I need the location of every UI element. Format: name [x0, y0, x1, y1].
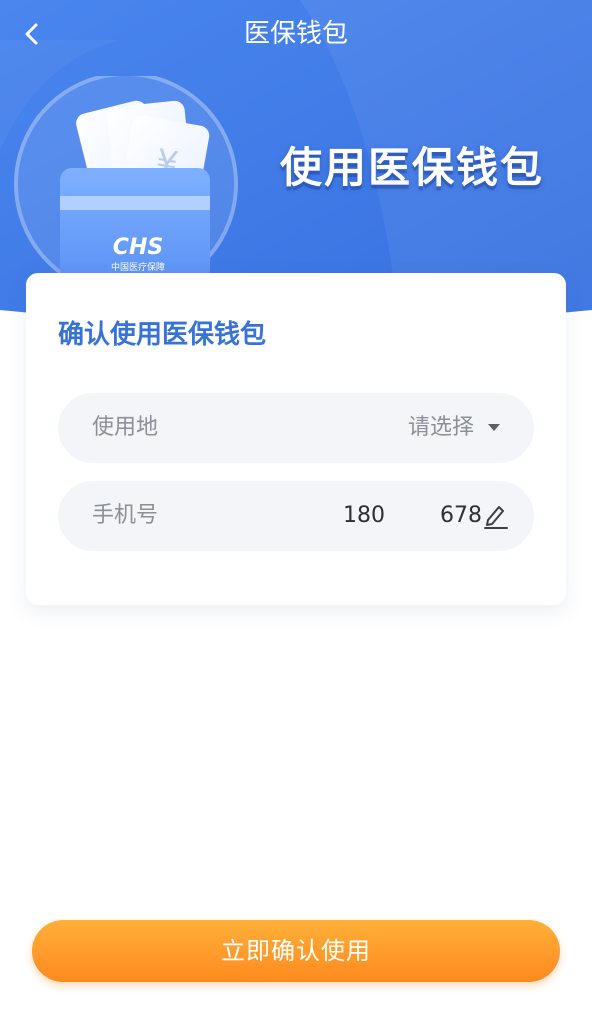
location-value: 请选择 — [407, 415, 474, 440]
phone-value: 180 — [343, 503, 385, 528]
card-title: 确认使用医保钱包 — [58, 320, 267, 350]
confirm-card: 确认使用医保钱包 使用地 请选择 手机号 180 678 — [26, 273, 566, 605]
confirm-use-button[interactable]: 立即确认使用 — [32, 920, 560, 982]
location-select[interactable]: 使用地 请选择 — [58, 393, 534, 463]
chs-logo-text: CHS — [113, 235, 163, 260]
phone-field[interactable]: 手机号 180 678 — [58, 481, 534, 551]
nav-bar: 医保钱包 — [0, 0, 592, 68]
edit-pencil-svg — [484, 506, 508, 529]
wallet-illustration: ¥ CHS 中国医疗保障 — [14, 72, 254, 296]
hero-title: 使用医保钱包 — [280, 143, 545, 192]
edit-icon[interactable] — [482, 502, 510, 530]
caret-down-icon — [488, 424, 500, 431]
chs-logo-subtext: 中国医疗保障 — [111, 261, 165, 273]
phone-value-suffix: 678 — [440, 503, 482, 528]
phone-label: 手机号 — [92, 503, 159, 528]
location-label: 使用地 — [92, 415, 159, 440]
page-title: 医保钱包 — [243, 19, 348, 49]
wallet-cards-icon: ¥ CHS 中国医疗保障 — [14, 72, 238, 296]
